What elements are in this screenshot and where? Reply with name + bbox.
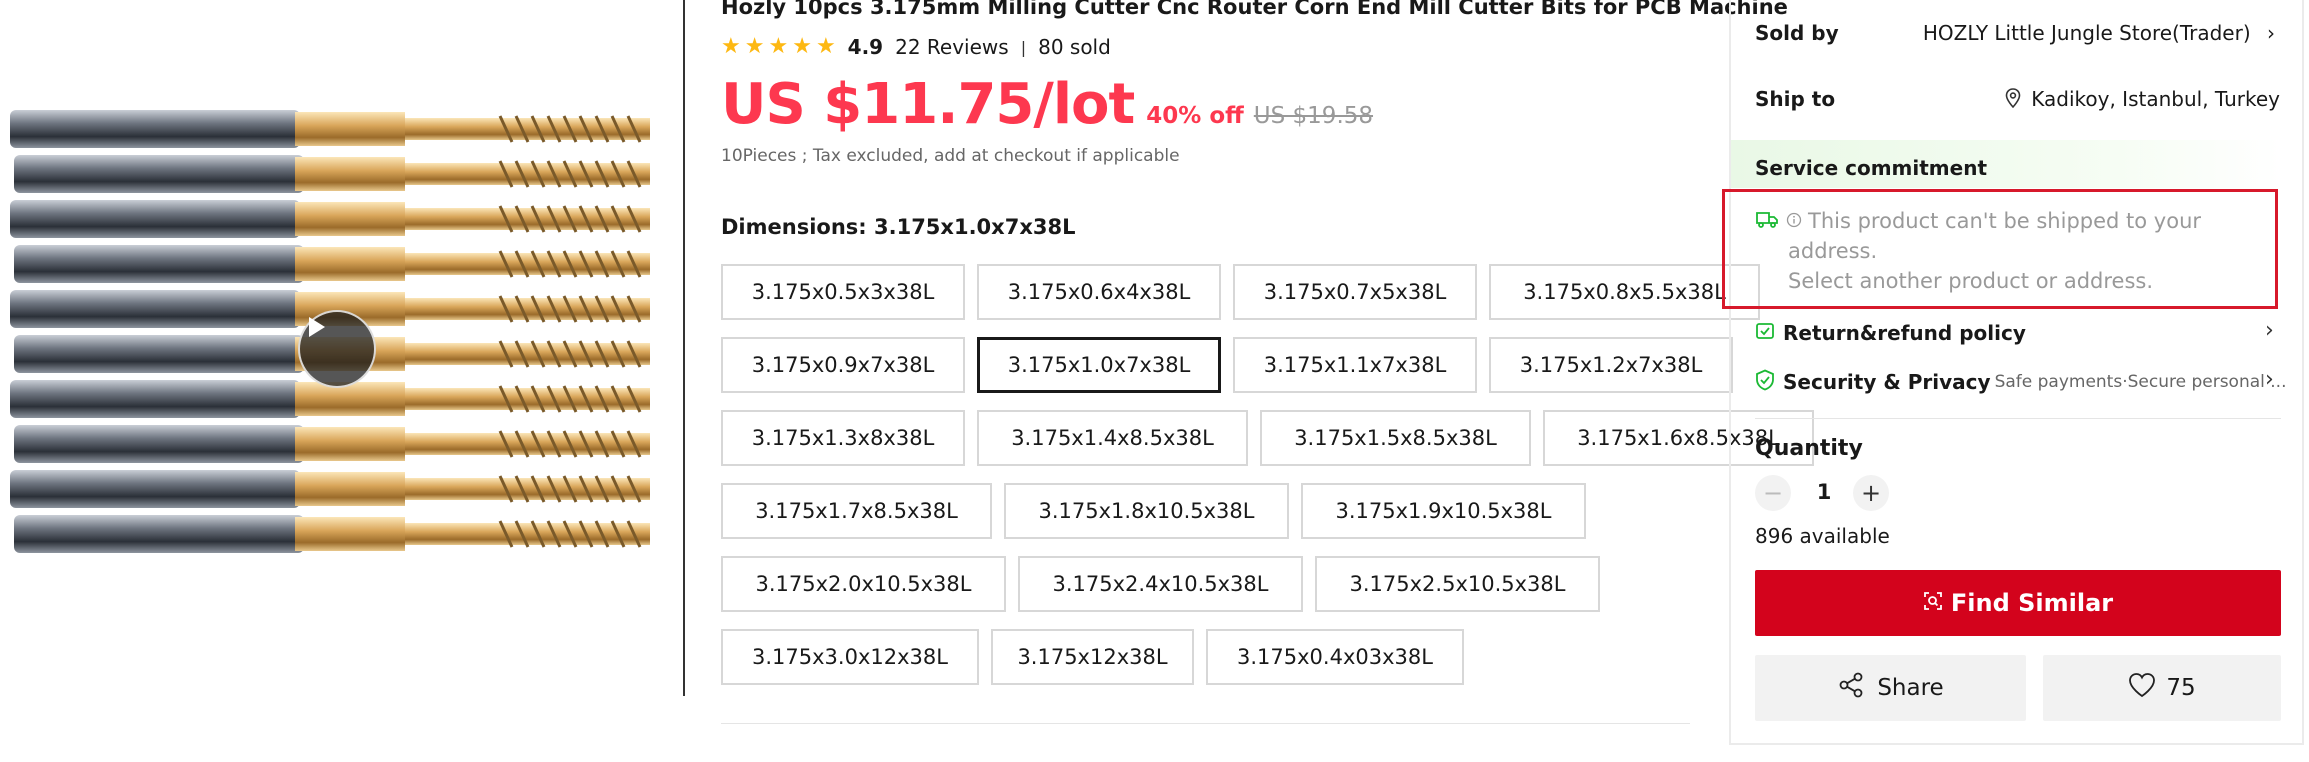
rating-value: 4.9 xyxy=(847,35,884,59)
sku-option[interactable]: 3.175x0.7x5x38L xyxy=(1233,264,1477,320)
wishlist-count: 75 xyxy=(2166,675,2196,701)
sku-option[interactable]: 3.175x1.5x8.5x38L xyxy=(1260,410,1531,466)
sku-option[interactable]: 3.175x1.7x8.5x38L xyxy=(721,483,992,539)
play-icon[interactable] xyxy=(298,310,376,388)
location-pin-icon xyxy=(2005,88,2021,113)
chevron-right-icon[interactable]: › xyxy=(2265,318,2274,343)
rating-row[interactable]: ★ ★ ★ ★ ★ 4.9 22 Reviews | 80 sold xyxy=(721,32,1111,62)
discount-badge: 40% off xyxy=(1146,103,1244,129)
star-icon: ★ xyxy=(744,34,765,59)
security-privacy[interactable]: Security & Privacy Safe payments·Secure … xyxy=(1755,367,2286,397)
quantity-value[interactable]: 1 xyxy=(1812,480,1836,504)
find-similar-button[interactable]: Find Similar xyxy=(1755,570,2281,636)
sold-by-label: Sold by xyxy=(1755,21,1839,45)
chevron-right-icon[interactable]: › xyxy=(2265,367,2274,392)
sku-option[interactable]: 3.175x2.5x10.5x38L xyxy=(1315,556,1600,612)
share-button[interactable]: Share xyxy=(1755,655,2026,721)
quantity-label: Quantity xyxy=(1755,436,1863,461)
sku-option[interactable]: 3.175x1.9x10.5x38L xyxy=(1301,483,1586,539)
sku-option[interactable]: 3.175x0.5x3x38L xyxy=(721,264,965,320)
ship-to-selector[interactable]: Kadikoy, Istanbul, Turkey xyxy=(1900,87,2280,113)
original-price: US $19.58 xyxy=(1253,103,1374,129)
shipping-warning-line: Select another product or address. xyxy=(1788,269,2154,293)
sku-option[interactable]: 3.175x0.6x4x38L xyxy=(977,264,1221,320)
available-count: 896 available xyxy=(1755,524,1890,548)
star-icon: ★ xyxy=(768,34,789,59)
star-icon: ★ xyxy=(792,34,812,59)
divider xyxy=(1755,418,2281,419)
divider: | xyxy=(1020,37,1027,57)
sku-option[interactable]: 3.175x0.8x5.5x38L xyxy=(1489,264,1760,320)
sold-count: 80 sold xyxy=(1038,35,1111,59)
ship-to-label: Ship to xyxy=(1755,87,1836,111)
share-icon xyxy=(1837,671,1865,705)
star-icon: ★ xyxy=(721,34,741,59)
sku-option[interactable]: 3.175x1.4x8.5x38L xyxy=(977,410,1248,466)
sku-option[interactable]: 3.175x3.0x12x38L xyxy=(721,629,979,685)
divider xyxy=(721,723,1690,724)
share-label: Share xyxy=(1877,675,1944,701)
sku-option[interactable]: 3.175x1.1x7x38L xyxy=(1233,337,1477,393)
star-icon: ★ xyxy=(815,34,836,59)
sku-option[interactable]: 3.175x1.2x7x38L xyxy=(1489,337,1733,393)
product-title: Hozly 10pcs 3.175mm Milling Cutter Cnc R… xyxy=(721,0,1788,19)
shipping-warning-message: This product can't be shipped to your ad… xyxy=(1784,206,2224,296)
shipping-warning-line: address. xyxy=(1788,239,1878,263)
truck-icon xyxy=(1755,209,1779,233)
chevron-right-icon: › xyxy=(2267,21,2275,45)
sku-option[interactable]: 3.175x2.0x10.5x38L xyxy=(721,556,1006,612)
shield-check-icon xyxy=(1755,369,1775,396)
store-link[interactable]: HOZLY Little Jungle Store(Trader) › xyxy=(1900,21,2275,45)
gallery-divider xyxy=(683,0,685,696)
service-commitment-label: Service commitment xyxy=(1755,156,1988,180)
find-similar-label: Find Similar xyxy=(1950,589,2114,617)
find-similar-icon xyxy=(1923,589,1943,617)
product-image[interactable] xyxy=(0,0,685,700)
ship-to-location: Kadikoy, Istanbul, Turkey xyxy=(2031,87,2280,111)
plus-icon[interactable]: + xyxy=(1853,475,1889,511)
return-icon xyxy=(1755,321,1775,346)
sku-option[interactable]: 3.175x0.9x7x38L xyxy=(721,337,965,393)
shipping-warning-line: This product can't be shipped to your xyxy=(1808,209,2202,233)
security-description: Safe payments·Secure personal ... xyxy=(1994,372,2287,392)
tax-note: 10Pieces ; Tax excluded, add at checkout… xyxy=(721,146,1180,166)
sku-option[interactable]: 3.175x1.0x7x38L xyxy=(977,337,1221,393)
minus-icon[interactable]: − xyxy=(1755,475,1791,511)
sku-option[interactable]: 3.175x12x38L xyxy=(991,629,1194,685)
sku-option[interactable]: 3.175x1.3x8x38L xyxy=(721,410,965,466)
return-refund-policy[interactable]: Return&refund policy xyxy=(1755,318,2026,348)
current-price: US $11.75/lot xyxy=(721,72,1135,137)
store-name: HOZLY Little Jungle Store(Trader) xyxy=(1922,21,2251,45)
heart-icon xyxy=(2128,672,2156,704)
sku-option[interactable]: 3.175x1.8x10.5x38L xyxy=(1004,483,1289,539)
sku-option[interactable]: 3.175x2.4x10.5x38L xyxy=(1018,556,1303,612)
dimensions-label: Dimensions: 3.175x1.0x7x38L xyxy=(721,215,1076,239)
sku-option[interactable]: 3.175x0.4x03x38L xyxy=(1206,629,1464,685)
reviews-link[interactable]: 22 Reviews xyxy=(895,35,1009,59)
security-label: Security & Privacy xyxy=(1783,370,1991,394)
price-row: US $11.75/lot 40% off US $19.58 xyxy=(721,72,1373,137)
return-policy-label: Return&refund policy xyxy=(1783,321,2026,345)
wishlist-button[interactable]: 75 xyxy=(2043,655,2281,721)
